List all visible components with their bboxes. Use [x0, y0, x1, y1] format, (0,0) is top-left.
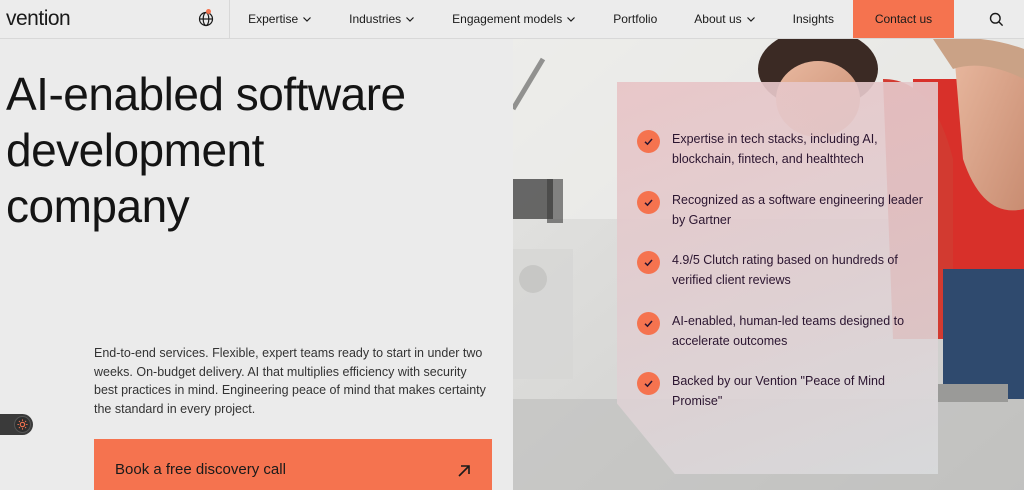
highlight-text: Recognized as a software engineering lea… — [672, 193, 923, 227]
highlight-item: AI-enabled, human-led teams designed to … — [637, 312, 927, 351]
hero-title-line: AI-enabled software — [6, 68, 406, 120]
search-button[interactable] — [954, 0, 1024, 38]
nav-item-portfolio[interactable]: Portfolio — [613, 0, 657, 38]
highlight-item: Expertise in tech stacks, including AI, … — [637, 130, 927, 169]
arrow-up-right-icon — [458, 465, 470, 477]
logo-text: vention — [6, 7, 71, 30]
contact-label: Contact us — [874, 12, 933, 26]
language-selector[interactable] — [183, 0, 229, 38]
highlight-item: Recognized as a software engineering lea… — [637, 191, 927, 230]
chevron-down-icon — [303, 17, 312, 22]
nav-item-expertise[interactable]: Expertise — [248, 0, 312, 38]
book-discovery-call-button[interactable]: Book a free discovery call — [94, 439, 492, 490]
nav-item-industries[interactable]: Industries — [349, 0, 415, 38]
hero-title-line: company — [6, 180, 190, 232]
check-circle — [637, 251, 660, 274]
hero-title-line: development — [6, 124, 264, 176]
cta-label: Book a free discovery call — [115, 461, 286, 478]
highlight-text: Expertise in tech stacks, including AI, … — [672, 132, 878, 166]
chevron-down-icon — [567, 17, 576, 22]
nav-item-about-us[interactable]: About us — [694, 0, 755, 38]
search-icon — [989, 12, 1004, 26]
theme-toggle[interactable] — [0, 414, 33, 435]
nav-label: Engagement models — [452, 12, 563, 26]
nav-label: About us — [694, 12, 742, 26]
check-circle — [637, 372, 660, 395]
check-circle — [637, 312, 660, 335]
hero-description: End-to-end services. Flexible, expert te… — [94, 346, 486, 416]
vention-logo[interactable]: vention — [0, 0, 183, 38]
nav-item-insights[interactable]: Insights — [793, 0, 834, 38]
nav-label: Portfolio — [613, 12, 658, 26]
nav-label: Industries — [349, 12, 402, 26]
highlight-text: AI-enabled, human-led teams designed to … — [672, 314, 905, 348]
check-circle — [637, 130, 660, 153]
highlight-item: 4.9/5 Clutch rating based on hundreds of… — [637, 251, 927, 290]
highlight-text: 4.9/5 Clutch rating based on hundreds of… — [672, 253, 898, 287]
site-header: vention Expertise Industries Engagement … — [0, 0, 1024, 39]
nav-label: Insights — [792, 12, 834, 26]
check-icon — [644, 199, 653, 207]
check-icon — [644, 320, 653, 328]
hero-title: AI-enabled software development company — [6, 66, 506, 234]
highlights-card: Expertise in tech stacks, including AI, … — [617, 82, 938, 474]
highlight-item: Backed by our Vention "Peace of Mind Pro… — [637, 372, 927, 411]
nav-item-engagement-models[interactable]: Engagement models — [452, 0, 576, 38]
check-icon — [644, 138, 653, 146]
check-icon — [644, 380, 653, 388]
sun-icon — [17, 419, 28, 430]
check-icon — [644, 259, 653, 267]
check-circle — [637, 191, 660, 214]
nav-label: Expertise — [248, 12, 299, 26]
chevron-down-icon — [746, 17, 755, 22]
toggle-knob — [14, 416, 31, 433]
main-nav: Expertise Industries Engagement models P… — [229, 0, 1024, 38]
chevron-down-icon — [406, 17, 415, 22]
highlight-text: Backed by our Vention "Peace of Mind Pro… — [672, 374, 885, 408]
contact-us-button[interactable]: Contact us — [853, 0, 954, 38]
